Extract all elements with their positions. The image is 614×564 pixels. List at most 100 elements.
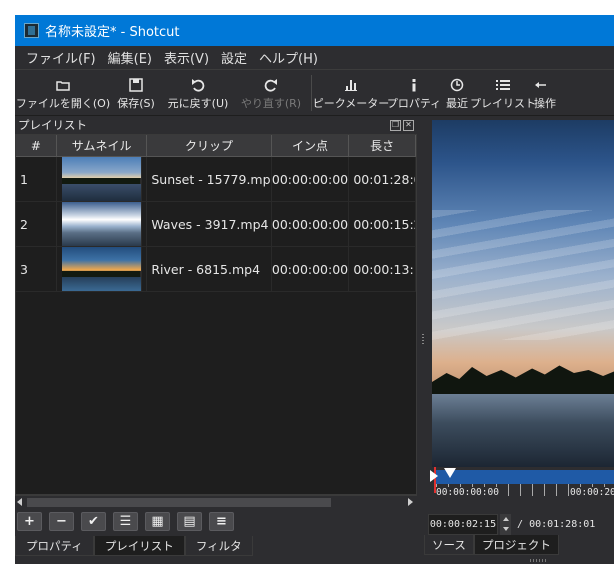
tab-properties[interactable]: プロパティ: [15, 536, 94, 556]
tab-project[interactable]: プロジェクト: [473, 535, 559, 555]
row-thumbnail: [57, 202, 148, 246]
col-header-number[interactable]: #: [16, 135, 57, 156]
details-view-button[interactable]: ☰: [113, 512, 138, 531]
playlist-tools: + − ✔ ☰ ▦ ▤ ≡: [17, 512, 234, 534]
redo-icon: [264, 76, 278, 93]
row-duration: 00:01:28:0: [349, 157, 416, 201]
menu-file[interactable]: ファイル(F): [15, 48, 102, 67]
peak-meter-button[interactable]: ピークメーター: [313, 70, 389, 116]
col-header-in[interactable]: イン点: [272, 135, 350, 156]
recent-button[interactable]: 最近: [442, 70, 472, 116]
window-title: 名称未設定* - Shotcut: [45, 25, 180, 40]
row-thumbnail: [57, 247, 148, 291]
position-spinner[interactable]: [500, 513, 511, 535]
playlist-label: プレイリスト: [470, 97, 536, 110]
panel-splitter[interactable]: [418, 116, 428, 564]
spin-down-icon[interactable]: [502, 527, 509, 532]
menu-view[interactable]: 表示(V): [158, 48, 215, 67]
update-clip-button[interactable]: ✔: [81, 512, 106, 531]
table-header: # サムネイル クリップ イン点 長さ: [16, 135, 416, 157]
table-row[interactable]: 2 Waves - 3917.mp4 00:00:00:00 00:00:15:…: [16, 202, 416, 247]
peak-meter-label: ピークメーター: [312, 97, 390, 110]
row-in-point: 00:00:00:00: [272, 247, 350, 291]
history-icon: [534, 76, 548, 93]
recent-label: 最近: [446, 97, 468, 110]
history-button[interactable]: 操作: [534, 70, 556, 116]
open-file-button[interactable]: ファイルを開く(O): [15, 70, 111, 116]
playlist-header: プレイリスト ❐ ✕: [15, 116, 417, 134]
folder-open-icon: [56, 76, 70, 93]
row-in-point: 00:00:00:00: [272, 202, 350, 246]
menu-settings[interactable]: 設定: [215, 48, 253, 67]
bottom-dock-tabs: プロパティ プレイリスト フィルタ: [15, 536, 253, 556]
playlist-panel: プレイリスト ❐ ✕ # サムネイル クリップ イン点 長さ 1 Sunset …: [15, 116, 417, 564]
scroll-left-arrow-icon[interactable]: [17, 498, 22, 506]
row-number: 2: [16, 202, 57, 246]
scrub-track[interactable]: [436, 470, 614, 484]
scrub-bar[interactable]: 00:00:00:00 00:00:20: [428, 467, 614, 509]
timecode-start: 00:00:00:00: [436, 487, 499, 498]
play-marker-icon: [430, 470, 438, 482]
col-header-thumbnail[interactable]: サムネイル: [57, 135, 148, 156]
clip-thumbnail-image: [61, 157, 142, 201]
row-duration: 00:00:13:1: [349, 247, 416, 291]
undo-label: 元に戻す(U): [167, 97, 229, 110]
properties-button[interactable]: プロパティ: [386, 70, 442, 116]
shotcut-app-icon: [24, 23, 39, 38]
close-panel-icon[interactable]: ✕: [403, 119, 414, 131]
playlist-table: # サムネイル クリップ イン点 長さ 1 Sunset - 15779.mp4…: [15, 134, 417, 495]
save-button[interactable]: 保存(S): [111, 70, 161, 116]
horizontal-scrollbar[interactable]: [15, 495, 417, 509]
playhead-handle[interactable]: [444, 468, 456, 478]
dock-controls: ❐ ✕: [390, 119, 414, 131]
clock-icon: [450, 76, 464, 93]
remove-clip-button[interactable]: −: [49, 512, 74, 531]
redo-button[interactable]: やり直す(R): [235, 70, 307, 116]
playlist-button[interactable]: プレイリスト: [470, 70, 536, 116]
duration-separator: /: [517, 518, 524, 530]
row-thumbnail: [57, 157, 148, 201]
playlist-menu-button[interactable]: ≡: [209, 512, 234, 531]
redo-label: やり直す(R): [240, 97, 302, 110]
info-icon: [409, 76, 419, 93]
tab-playlist[interactable]: プレイリスト: [93, 536, 185, 556]
history-label: 操作: [534, 97, 556, 110]
list-icon: [496, 76, 510, 93]
row-clip-name: Waves - 3917.mp4: [147, 202, 272, 246]
title-bar: 名称未設定* - Shotcut: [15, 15, 614, 46]
splitter-handle[interactable]: [422, 334, 424, 346]
undo-icon: [191, 76, 205, 93]
row-number: 1: [16, 157, 57, 201]
undo-button[interactable]: 元に戻す(U): [161, 70, 235, 116]
main-toolbar: ファイルを開く(O) 保存(S) 元に戻す(U) やり直す(R) ピークメーター…: [15, 70, 614, 116]
position-timecode-input[interactable]: 00:00:02:15: [428, 513, 498, 535]
icons-view-button[interactable]: ▤: [177, 512, 202, 531]
row-duration: 00:00:15:2: [349, 202, 416, 246]
row-in-point: 00:00:00:00: [272, 157, 350, 201]
tab-source[interactable]: ソース: [424, 535, 474, 555]
float-panel-icon[interactable]: ❐: [390, 119, 401, 131]
menu-bar: ファイル(F) 編集(E) 表示(V) 設定 ヘルプ(H): [15, 46, 614, 70]
col-header-duration[interactable]: 長さ: [349, 135, 416, 156]
tab-filters[interactable]: フィルタ: [184, 536, 253, 556]
spin-up-icon[interactable]: [502, 516, 509, 521]
add-clip-button[interactable]: +: [17, 512, 42, 531]
properties-label: プロパティ: [386, 97, 442, 110]
video-viewer: [432, 120, 614, 467]
row-number: 3: [16, 247, 57, 291]
clip-thumbnail-image: [61, 247, 142, 291]
viewer-tabs: ソース プロジェクト: [424, 535, 559, 555]
col-header-clip[interactable]: クリップ: [147, 135, 272, 156]
total-duration: / 00:01:28:01: [517, 519, 595, 530]
scrollbar-thumb[interactable]: [27, 498, 331, 507]
timecode-tick: 00:00:20: [570, 487, 614, 498]
menu-help[interactable]: ヘルプ(H): [253, 48, 324, 67]
menu-edit[interactable]: 編集(E): [102, 48, 158, 67]
app-window: 名称未設定* - Shotcut ファイル(F) 編集(E) 表示(V) 設定 …: [15, 15, 614, 564]
resize-grip[interactable]: [530, 559, 548, 562]
table-row[interactable]: 1 Sunset - 15779.mp4 00:00:00:00 00:01:2…: [16, 157, 416, 202]
scroll-right-arrow-icon[interactable]: [408, 498, 413, 506]
tiles-view-button[interactable]: ▦: [145, 512, 170, 531]
save-disk-icon: [129, 76, 143, 93]
table-row[interactable]: 3 River - 6815.mp4 00:00:00:00 00:00:13:…: [16, 247, 416, 292]
